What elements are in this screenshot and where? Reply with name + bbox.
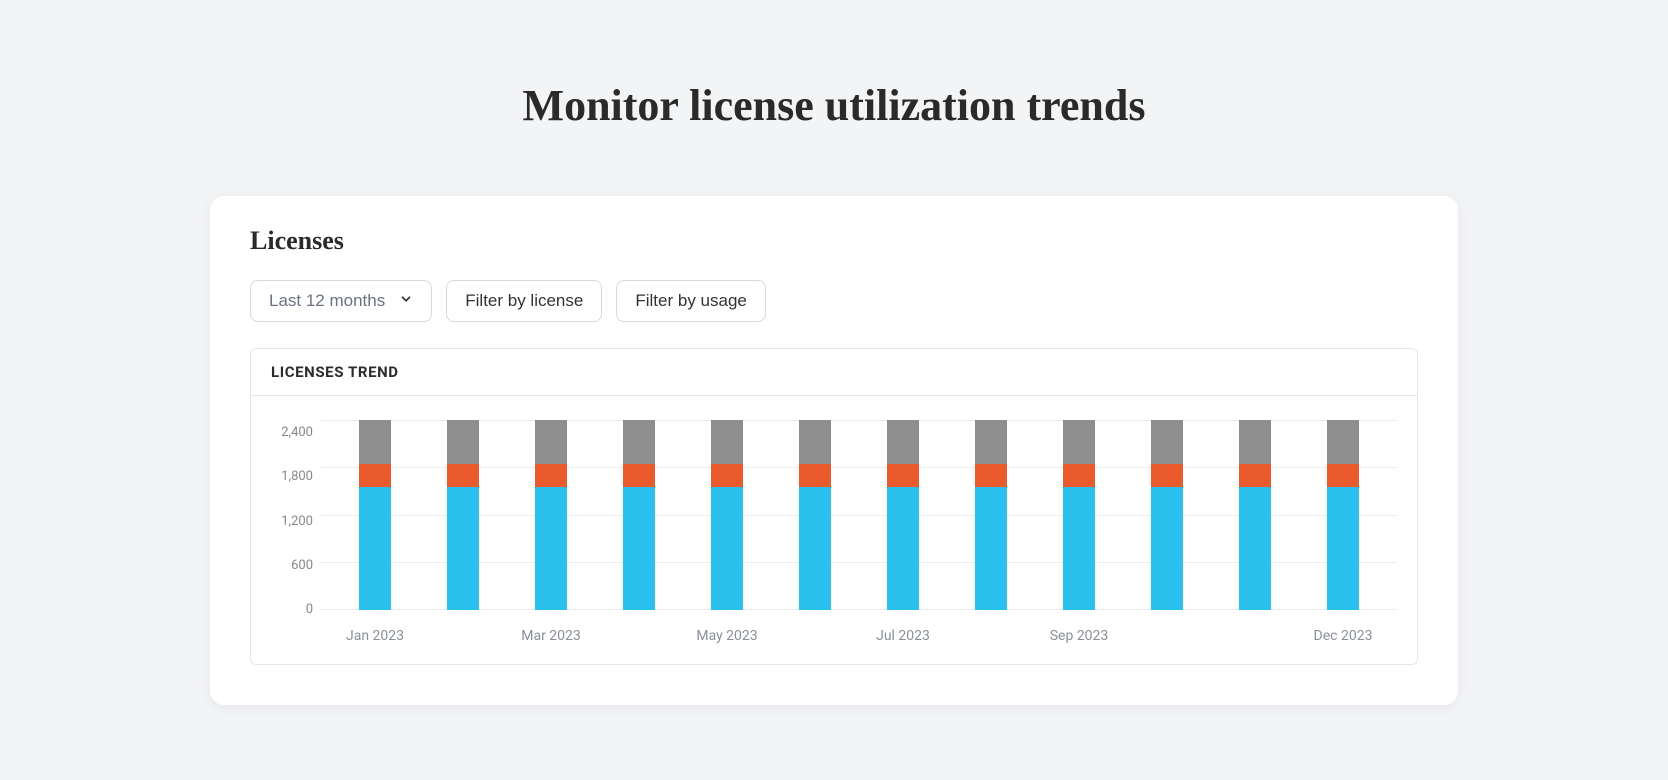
bar-segment [1327, 464, 1359, 488]
chevron-down-icon [399, 291, 413, 311]
bar-slot [1123, 420, 1211, 610]
bar-segment [799, 420, 831, 464]
stacked-bar[interactable] [711, 420, 743, 610]
stacked-bar[interactable] [887, 420, 919, 610]
bar-segment [1239, 487, 1271, 610]
bar-segment [447, 420, 479, 464]
bar-slot [771, 420, 859, 610]
bar-segment [1151, 487, 1183, 610]
bar-segment [887, 464, 919, 488]
bar-segment [447, 464, 479, 488]
x-tick-label [1123, 628, 1211, 644]
bar-segment [1151, 464, 1183, 488]
bar-segment [799, 487, 831, 610]
y-tick-label: 0 [306, 603, 313, 616]
stacked-bar[interactable] [623, 420, 655, 610]
y-tick-label: 2,400 [281, 426, 313, 439]
stacked-bar[interactable] [1151, 420, 1183, 610]
bar-slot [595, 420, 683, 610]
bar-slot [859, 420, 947, 610]
bar-slot [507, 420, 595, 610]
bar-segment [535, 420, 567, 464]
licenses-card: Licenses Last 12 months Filter by licens… [210, 196, 1458, 705]
bar-segment [1327, 420, 1359, 464]
x-tick-label: Jan 2023 [331, 628, 419, 644]
bar-segment [359, 464, 391, 488]
x-tick-label [771, 628, 859, 644]
bar-segment [887, 487, 919, 610]
bar-segment [535, 487, 567, 610]
stacked-bar[interactable] [535, 420, 567, 610]
filter-by-usage-button[interactable]: Filter by usage [616, 280, 766, 322]
x-tick-label [1211, 628, 1299, 644]
y-axis: 2,4001,8001,2006000 [271, 420, 321, 610]
y-tick-label: 600 [291, 559, 313, 572]
bar-segment [975, 464, 1007, 488]
bar-slot [1299, 420, 1387, 610]
bar-segment [623, 487, 655, 610]
bar-slot [683, 420, 771, 610]
date-range-label: Last 12 months [269, 291, 385, 311]
card-title: Licenses [250, 226, 1418, 256]
x-tick-label: May 2023 [683, 628, 771, 644]
licenses-trend-chart: 2,400 1,800 1,200 600 0 Jan 2023 Mar 2023 May … [271, 420, 1397, 644]
bar-segment [623, 420, 655, 464]
x-tick-label [595, 628, 683, 644]
y-tick-label: 1,200 [281, 515, 313, 528]
bar-segment [359, 420, 391, 464]
bar-segment [1151, 420, 1183, 464]
licenses-trend-panel: LICENSES TREND 2,400 1,800 1,200 600 0 Jan 2… [250, 348, 1418, 665]
bar-segment [1063, 464, 1095, 488]
stacked-bar[interactable] [359, 420, 391, 610]
y-tick-label: 1,800 [281, 470, 313, 483]
bar-segment [1063, 420, 1095, 464]
chart-bars [321, 420, 1397, 610]
bar-segment [711, 464, 743, 488]
stacked-bar[interactable] [1239, 420, 1271, 610]
bar-segment [711, 420, 743, 464]
x-tick-label [419, 628, 507, 644]
bar-segment [799, 464, 831, 488]
bar-slot [419, 420, 507, 610]
stacked-bar[interactable] [447, 420, 479, 610]
bar-segment [1063, 487, 1095, 610]
filter-by-license-button[interactable]: Filter by license [446, 280, 602, 322]
bar-slot [1035, 420, 1123, 610]
bar-segment [975, 487, 1007, 610]
stacked-bar[interactable] [1063, 420, 1095, 610]
bar-segment [887, 420, 919, 464]
bar-segment [975, 420, 1007, 464]
x-tick-label: Mar 2023 [507, 628, 595, 644]
bar-segment [623, 464, 655, 488]
filters-row: Last 12 months Filter by license Filter … [250, 280, 1418, 322]
stacked-bar[interactable] [975, 420, 1007, 610]
x-axis: Jan 2023 Mar 2023 May 2023 Jul 2023 Sep 2023… [321, 610, 1397, 644]
bar-segment [359, 487, 391, 610]
bar-segment [535, 464, 567, 488]
date-range-dropdown[interactable]: Last 12 months [250, 280, 432, 322]
bar-segment [1239, 464, 1271, 488]
x-tick-label [947, 628, 1035, 644]
stacked-bar[interactable] [1327, 420, 1359, 610]
bar-segment [711, 487, 743, 610]
x-tick-label: Sep 2023 [1035, 628, 1123, 644]
bar-slot [1211, 420, 1299, 610]
x-tick-label: Jul 2023 [859, 628, 947, 644]
x-tick-label: Dec 2023 [1299, 628, 1387, 644]
page-title: Monitor license utilization trends [210, 80, 1458, 131]
bar-segment [1327, 487, 1359, 610]
chart-header: LICENSES TREND [251, 349, 1417, 396]
bar-slot [331, 420, 419, 610]
stacked-bar[interactable] [799, 420, 831, 610]
bar-slot [947, 420, 1035, 610]
bar-segment [447, 487, 479, 610]
bar-segment [1239, 420, 1271, 464]
